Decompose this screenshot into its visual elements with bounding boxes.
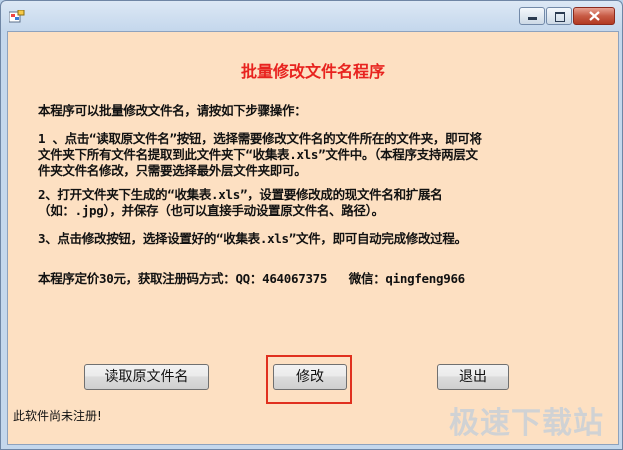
exit-button[interactable]: 退出 [437,364,509,390]
step3-text: 3、点击修改按钮，选择设置好的“收集表.xls”文件，即可自动完成修改过程。 [38,231,467,246]
page-title: 批量修改文件名程序 [240,62,385,81]
read-filenames-button[interactable]: 读取原文件名 [84,364,209,390]
app-window: 批量修改文件名程序 本程序可以批量修改文件名，请按如下步骤操作： 1 、点击“读… [0,0,623,450]
intro-text: 本程序可以批量修改文件名，请按如下步骤操作： [38,103,307,118]
step1-line1: 1 、点击“读取原文件名”按钮，选择需要修改文件名的文件所在的文件夹，即可将 [38,131,482,146]
step1-line3: 件夹文件名修改，只需要选择最外层文件夹即可。 [38,163,307,178]
modify-highlight-box [266,355,352,404]
minimize-icon [528,17,537,20]
step1-line2: 文件夹下所有文件名提取到此文件夹下“收集表.xls”文件中。（本程序支持两层文 [38,147,478,162]
app-icon [8,9,25,23]
step2-line2: （如：.jpg），并保存（也可以直接手动设置原文件名、路径）。 [38,203,384,218]
close-button[interactable] [573,7,615,25]
maximize-button[interactable] [546,7,572,25]
title-bar[interactable] [1,1,622,31]
registration-status: 此软件尚未注册! [13,409,102,423]
price-text: 本程序定价30元，获取注册码方式：QQ：464067375 微信：qingfen… [38,271,465,286]
watermark-logo: 极速下载站 [449,406,604,441]
close-icon [589,11,600,21]
minimize-button[interactable] [519,7,545,25]
maximize-icon [555,12,565,22]
step2-line1: 2、打开文件夹下生成的“收集表.xls”，设置要修改成的现文件名和扩展名 [38,187,443,202]
